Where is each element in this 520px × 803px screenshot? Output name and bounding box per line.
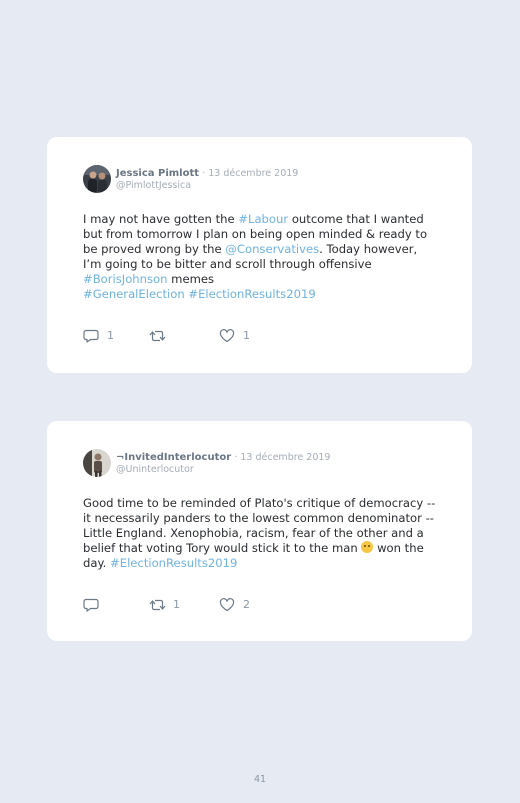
author-handle[interactable]: @Uninterlocutor	[116, 464, 194, 476]
hashtag-link[interactable]: #BorisJohnson	[83, 272, 167, 286]
author-name[interactable]: Jessica Pimlott	[116, 168, 199, 179]
reply-icon	[83, 329, 99, 343]
tweet-actions: 1 1	[83, 328, 283, 344]
retweet-icon	[149, 599, 166, 611]
like-count: 2	[243, 598, 250, 611]
hashtag-link[interactable]: #Labour	[238, 212, 288, 226]
retweet-count: 1	[173, 598, 180, 611]
hashtag-link[interactable]: #GeneralElection	[83, 287, 185, 301]
author-name[interactable]: ¬InvitedInterlocutor	[116, 452, 231, 463]
tweet-card: ¬InvitedInterlocutor · 13 décembre 2019 …	[47, 421, 472, 641]
avatar[interactable]	[83, 449, 111, 477]
hashtag-link[interactable]: #ElectionResults2019	[188, 287, 315, 301]
page-number: 41	[253, 774, 267, 785]
retweet-icon	[149, 330, 166, 342]
like-count: 1	[243, 329, 250, 342]
confused-face-emoji	[361, 541, 374, 553]
avatar[interactable]	[83, 165, 111, 193]
reply-icon	[83, 598, 99, 612]
author-handle[interactable]: @PimlottJessica	[116, 180, 191, 192]
heart-icon	[219, 329, 235, 343]
tweet-text: I may not have gotten the #Labour outcom…	[83, 212, 428, 301]
reply-count: 1	[107, 329, 114, 342]
tweet-card: Jessica Pimlott · 13 décembre 2019 @Piml…	[47, 137, 472, 373]
tweet-actions: 1 2	[83, 597, 283, 613]
hashtag-link[interactable]: #ElectionResults2019	[110, 556, 237, 570]
heart-icon	[219, 598, 235, 612]
tweet-date: · 13 décembre 2019	[234, 452, 331, 463]
tweet-date: · 13 décembre 2019	[202, 168, 299, 179]
mention-link[interactable]: @Conservatives	[225, 242, 319, 256]
tweet-text: Good time to be reminded of Plato's crit…	[83, 496, 436, 570]
